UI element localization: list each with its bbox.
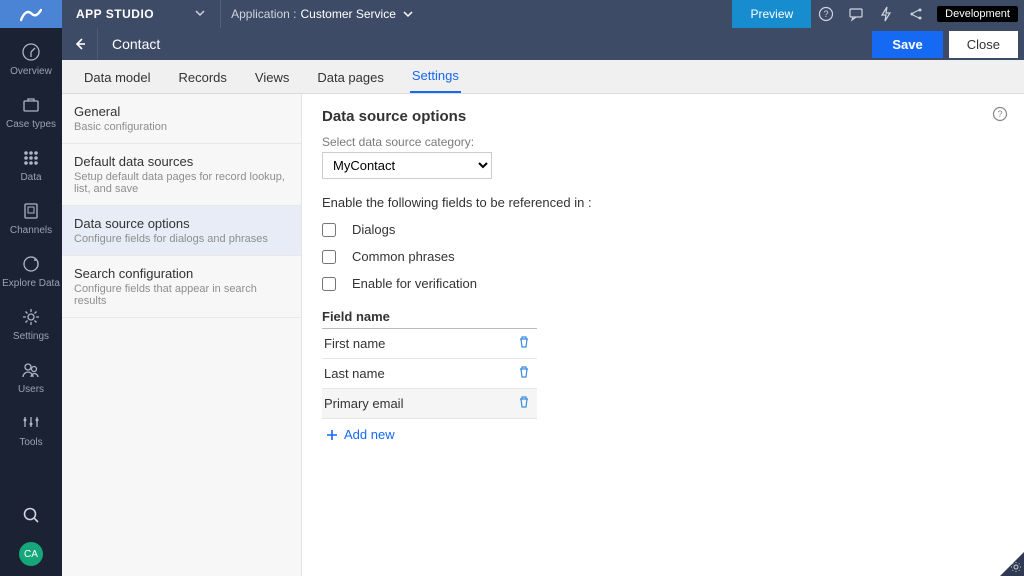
- panel-help-icon[interactable]: ?: [992, 106, 1008, 125]
- bolt-icon[interactable]: [871, 0, 901, 28]
- svg-text:?: ?: [824, 9, 829, 19]
- category-select[interactable]: MyContact: [322, 152, 492, 179]
- nav-users[interactable]: Users: [0, 352, 62, 405]
- tab-data-model[interactable]: Data model: [82, 62, 152, 93]
- corner-gear-icon[interactable]: [1010, 561, 1022, 576]
- settings-nav-general[interactable]: General Basic configuration: [62, 94, 301, 144]
- field-table-header: Field name: [322, 305, 537, 329]
- nav-data[interactable]: Data: [0, 140, 62, 193]
- nav-tools[interactable]: Tools: [0, 405, 62, 458]
- tabs-row: Data model Records Views Data pages Sett…: [62, 60, 1024, 94]
- save-button[interactable]: Save: [872, 31, 942, 58]
- add-new-button[interactable]: Add new: [322, 427, 537, 442]
- trash-icon[interactable]: [513, 335, 535, 352]
- nav-settings[interactable]: Settings: [0, 299, 62, 352]
- studio-dropdown[interactable]: [194, 7, 206, 22]
- settings-nav-default-data-sources[interactable]: Default data sources Setup default data …: [62, 144, 301, 206]
- tab-data-pages[interactable]: Data pages: [315, 62, 386, 93]
- checkbox-dialogs[interactable]: [322, 223, 336, 237]
- category-label: Select data source category:: [322, 135, 1004, 149]
- close-button[interactable]: Close: [949, 31, 1018, 58]
- checkbox-common-phrases-label: Common phrases: [352, 249, 455, 264]
- settings-nav-data-source-options[interactable]: Data source options Configure fields for…: [62, 206, 301, 256]
- application-picker[interactable]: Customer Service: [301, 7, 414, 21]
- checkbox-enable-verification[interactable]: [322, 277, 336, 291]
- tab-records[interactable]: Records: [176, 62, 228, 93]
- environment-badge: Development: [937, 6, 1018, 22]
- settings-nav-search-configuration[interactable]: Search configuration Configure fields th…: [62, 256, 301, 318]
- trash-icon[interactable]: [513, 395, 535, 412]
- trash-icon[interactable]: [513, 365, 535, 382]
- nav-case-types[interactable]: Case types: [0, 87, 62, 140]
- share-icon[interactable]: [901, 0, 931, 28]
- back-button[interactable]: [62, 28, 98, 60]
- checkbox-enable-verification-label: Enable for verification: [352, 276, 477, 291]
- nav-overview[interactable]: Overview: [0, 34, 62, 87]
- pega-logo[interactable]: [0, 0, 62, 28]
- application-label: Application :: [231, 7, 296, 21]
- field-row: First name: [322, 329, 537, 359]
- field-row: Last name: [322, 359, 537, 389]
- preview-button[interactable]: Preview: [732, 0, 811, 28]
- checkbox-dialogs-label: Dialogs: [352, 222, 395, 237]
- enable-intro: Enable the following fields to be refere…: [322, 195, 1004, 210]
- nav-explore-data[interactable]: Explore Data: [0, 246, 62, 299]
- studio-title: APP STUDIO: [76, 7, 154, 21]
- panel-heading: Data source options: [322, 108, 1004, 125]
- nav-channels[interactable]: Channels: [0, 193, 62, 246]
- field-row: Primary email: [322, 389, 537, 419]
- tab-settings[interactable]: Settings: [410, 60, 461, 93]
- chat-icon[interactable]: [841, 0, 871, 28]
- tab-views[interactable]: Views: [253, 62, 291, 93]
- user-avatar[interactable]: CA: [19, 542, 43, 566]
- svg-text:?: ?: [997, 109, 1002, 119]
- search-icon[interactable]: [21, 505, 41, 528]
- page-title: Contact: [98, 36, 872, 52]
- checkbox-common-phrases[interactable]: [322, 250, 336, 264]
- help-icon[interactable]: ?: [811, 0, 841, 28]
